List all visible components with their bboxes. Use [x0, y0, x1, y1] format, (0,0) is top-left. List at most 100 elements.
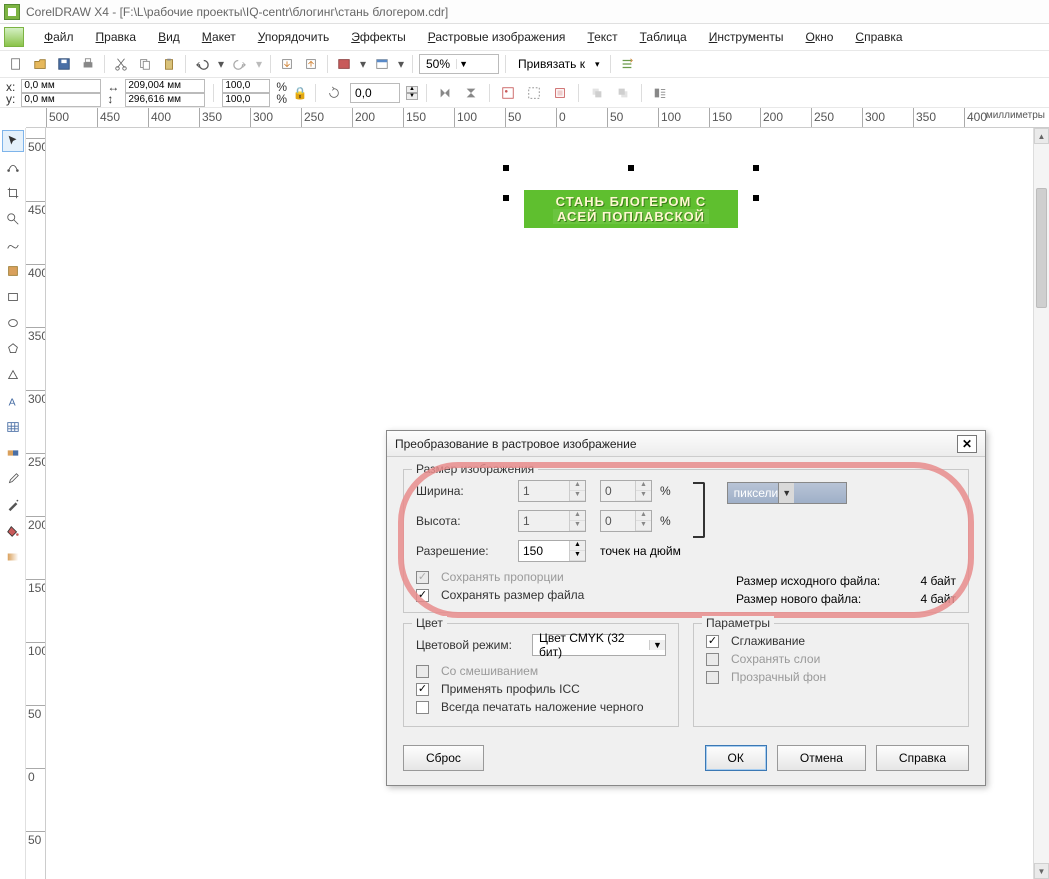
reset-button[interactable]: Сброс	[403, 745, 484, 771]
image-size-group: Размер изображения Ширина: ▲▼ ▲▼ % Высот…	[403, 469, 969, 613]
welcome-icon[interactable]	[372, 54, 392, 74]
menu-bitmaps[interactable]: Растровые изображения	[418, 26, 576, 48]
pick-tool-icon[interactable]	[2, 130, 24, 152]
ok-button[interactable]: ОК	[705, 745, 767, 771]
ruler-tick: 0	[26, 768, 46, 769]
ruler-vertical[interactable]: 50045040035030025020015010050050	[26, 128, 46, 879]
selection-handle[interactable]	[503, 165, 509, 171]
zoom-tool-icon[interactable]	[2, 208, 24, 230]
dialog-titlebar[interactable]: Преобразование в растровое изображение ✕	[387, 431, 985, 457]
help-button[interactable]: Справка	[876, 745, 969, 771]
paste-icon[interactable]	[159, 54, 179, 74]
app-launcher-icon[interactable]	[334, 54, 354, 74]
ruler-tick: 150	[709, 108, 710, 128]
rectangle-tool-icon[interactable]	[2, 286, 24, 308]
menu-view[interactable]: Вид	[148, 26, 190, 48]
separator	[489, 84, 490, 102]
snap-to-dropdown[interactable]: Привязать к▾	[512, 54, 604, 74]
interactive-fill-tool-icon[interactable]	[2, 546, 24, 568]
text-tool-icon[interactable]: A	[2, 390, 24, 412]
percent-label: %	[276, 81, 287, 93]
width-input[interactable]	[125, 79, 205, 93]
print-icon[interactable]	[78, 54, 98, 74]
vertical-scrollbar[interactable]: ▲ ▼	[1033, 128, 1049, 879]
wrap-text-icon[interactable]	[650, 83, 670, 103]
antialias-checkbox[interactable]	[706, 635, 719, 648]
eyedropper-tool-icon[interactable]	[2, 468, 24, 490]
selection-frame[interactable]: × СТАНЬ БЛОГЕРОМ С АСЕЙ ПОПЛАВСКОЙ	[506, 168, 756, 228]
rotation-input[interactable]	[350, 83, 400, 103]
menu-edit[interactable]: Правка	[86, 26, 147, 48]
icc-profile-checkbox[interactable]	[416, 683, 429, 696]
save-icon[interactable]	[54, 54, 74, 74]
overprint-black-checkbox[interactable]	[416, 701, 429, 714]
redo-dropdown-icon[interactable]: ▾	[254, 54, 264, 74]
options-icon[interactable]	[617, 54, 637, 74]
welcome-dropdown-icon[interactable]: ▾	[396, 54, 406, 74]
resolution-input[interactable]: ▲▼	[518, 540, 586, 562]
fill-tool-icon[interactable]	[2, 520, 24, 542]
app-launcher-dropdown-icon[interactable]: ▾	[358, 54, 368, 74]
selection-handle[interactable]	[503, 195, 509, 201]
height-input[interactable]	[125, 93, 205, 107]
menu-text[interactable]: Текст	[577, 26, 627, 48]
ruler-horizontal[interactable]: миллиметры 50045040035030025020015010050…	[26, 108, 1049, 128]
x-position-input[interactable]	[21, 79, 101, 93]
selected-object[interactable]: СТАНЬ БЛОГЕРОМ С АСЕЙ ПОПЛАВСКОЙ	[524, 190, 738, 228]
menu-window[interactable]: Окно	[796, 26, 844, 48]
redo-icon[interactable]	[230, 54, 250, 74]
y-position-input[interactable]	[21, 93, 101, 107]
lock-ratio-icon[interactable]: 🔒	[293, 81, 307, 105]
rotation-spinner[interactable]: ▲▼	[406, 86, 418, 100]
cut-icon[interactable]	[111, 54, 131, 74]
selection-handle[interactable]	[753, 165, 759, 171]
smart-fill-tool-icon[interactable]	[2, 260, 24, 282]
freehand-tool-icon[interactable]	[2, 234, 24, 256]
menu-arrange[interactable]: Упорядочить	[248, 26, 339, 48]
bitmap-trace-icon[interactable]	[524, 83, 544, 103]
scroll-down-icon[interactable]: ▼	[1034, 863, 1049, 879]
unit-dropdown[interactable]: пиксели ▼	[727, 482, 847, 504]
selection-handle[interactable]	[753, 195, 759, 201]
ellipse-tool-icon[interactable]	[2, 312, 24, 334]
new-icon[interactable]	[6, 54, 26, 74]
percent-labels: % %	[276, 81, 287, 105]
shape-tool-icon[interactable]	[2, 156, 24, 178]
menu-layout[interactable]: Макет	[192, 26, 246, 48]
mirror-v-icon[interactable]	[461, 83, 481, 103]
scrollbar-thumb[interactable]	[1036, 188, 1047, 308]
mirror-h-icon[interactable]	[435, 83, 455, 103]
dimension-tool-icon[interactable]	[2, 442, 24, 464]
group-legend: Размер изображения	[412, 462, 538, 476]
import-icon[interactable]	[277, 54, 297, 74]
zoom-level-dropdown[interactable]: 50%▼	[419, 54, 499, 74]
table-tool-icon[interactable]	[2, 416, 24, 438]
scale-y-input[interactable]	[222, 93, 270, 107]
open-icon[interactable]	[30, 54, 50, 74]
to-front-icon[interactable]	[587, 83, 607, 103]
color-mode-dropdown[interactable]: Цвет CMYK (32 бит) ▼	[532, 634, 666, 656]
undo-icon[interactable]	[192, 54, 212, 74]
undo-dropdown-icon[interactable]: ▾	[216, 54, 226, 74]
close-button[interactable]: ✕	[957, 435, 977, 453]
scale-x-input[interactable]	[222, 79, 270, 93]
bitmap-crop-icon[interactable]	[550, 83, 570, 103]
menu-effects[interactable]: Эффекты	[341, 26, 416, 48]
cancel-button[interactable]: Отмена	[777, 745, 866, 771]
outline-tool-icon[interactable]	[2, 494, 24, 516]
keep-filesize-checkbox[interactable]	[416, 589, 429, 602]
crop-tool-icon[interactable]	[2, 182, 24, 204]
scroll-up-icon[interactable]: ▲	[1034, 128, 1049, 144]
menu-file[interactable]: Файл	[34, 26, 84, 48]
menu-table[interactable]: Таблица	[630, 26, 697, 48]
copy-icon[interactable]	[135, 54, 155, 74]
menu-help[interactable]: Справка	[845, 26, 912, 48]
export-icon[interactable]	[301, 54, 321, 74]
new-size-value: 4 байт	[921, 592, 956, 606]
to-back-icon[interactable]	[613, 83, 633, 103]
basic-shapes-tool-icon[interactable]	[2, 364, 24, 386]
selection-handle[interactable]	[628, 165, 634, 171]
menu-tools[interactable]: Инструменты	[699, 26, 794, 48]
bitmap-edit-icon[interactable]	[498, 83, 518, 103]
polygon-tool-icon[interactable]	[2, 338, 24, 360]
